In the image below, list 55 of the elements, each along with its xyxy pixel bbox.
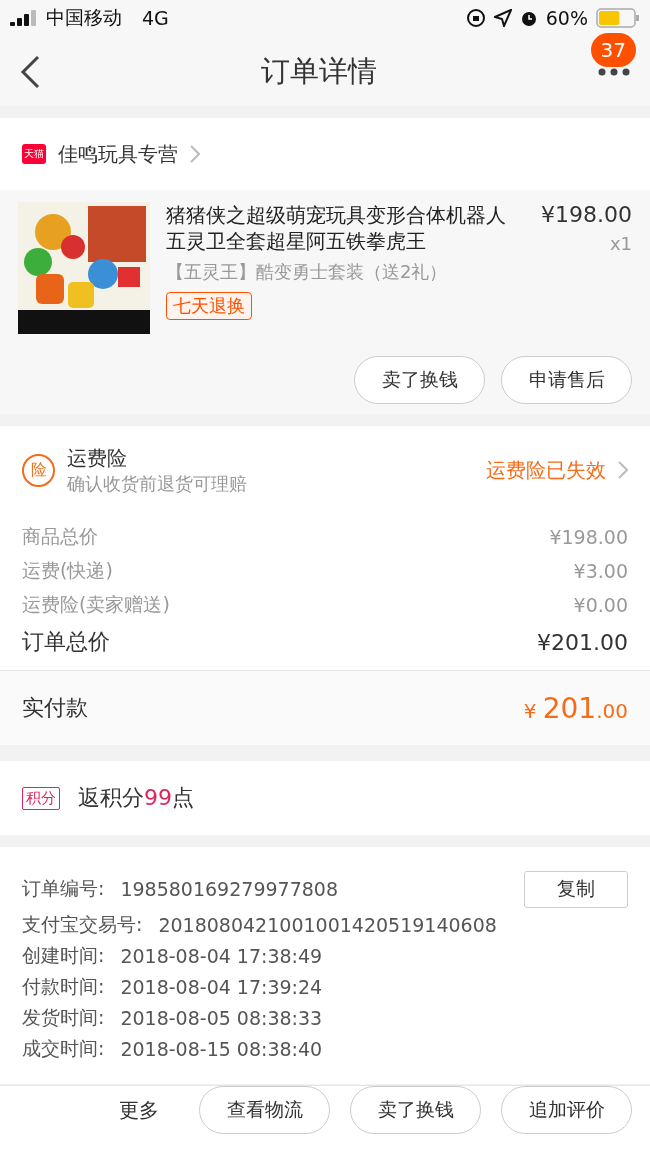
points-text: 返积分99点 [78, 784, 194, 813]
paid-label: 实付款 [22, 694, 88, 723]
battery-icon [596, 8, 640, 29]
info-label: 付款时间: [22, 973, 105, 999]
more-icon[interactable] [598, 67, 630, 76]
info-label: 创建时间: [22, 942, 105, 968]
carrier-name: 中国移动 [46, 5, 122, 31]
rotation-lock-icon [465, 8, 486, 29]
page-title: 订单详情 [260, 52, 378, 90]
store-tag: 天猫 [22, 144, 46, 165]
info-value: 2018-08-04 17:38:49 [120, 944, 323, 967]
product-price: ¥198.00 [541, 202, 632, 227]
insurance-icon: 险 [22, 453, 55, 487]
total-label: 订单总价 [22, 628, 110, 656]
paid-amount: ¥ 201.00 [523, 691, 628, 725]
network-type: 4G [142, 7, 169, 30]
total-value: ¥201.00 [537, 629, 628, 655]
chevron-right-icon [190, 145, 200, 164]
info-value: 198580169279977808 [120, 878, 338, 900]
fee-label: 运费(快递) [22, 558, 113, 583]
fee-label: 商品总价 [22, 524, 98, 549]
back-icon[interactable] [20, 54, 40, 89]
location-icon [493, 9, 512, 28]
info-value: 2018080421001001420519140608 [158, 913, 497, 936]
chevron-right-icon [618, 461, 628, 479]
product-sku: 【五灵王】酷变勇士套装（送2礼） [166, 260, 449, 284]
copy-button[interactable]: 复制 [524, 870, 628, 908]
info-label: 订单编号: [22, 876, 105, 901]
fee-label: 运费险(卖家赠送) [22, 592, 170, 617]
signal-icon [10, 10, 38, 27]
action-button[interactable]: 追加评价 [501, 1086, 632, 1134]
action-button[interactable]: 查看物流 [199, 1086, 330, 1134]
info-value: 2018-08-05 08:38:33 [120, 1006, 323, 1029]
info-value: 2018-08-15 08:38:40 [120, 1037, 323, 1060]
product-quantity: x1 [608, 233, 632, 254]
insurance-subtitle: 确认收货前退货可理赔 [67, 471, 248, 496]
info-value: 2018-08-04 17:39:24 [120, 975, 323, 998]
return-policy-tag: 七天退换 [166, 292, 252, 320]
insurance-title: 运费险 [67, 444, 128, 472]
action-button[interactable]: 申请售后 [501, 356, 632, 404]
points-tag: 积分 [22, 786, 60, 810]
action-button[interactable]: 卖了换钱 [354, 356, 485, 404]
info-label: 发货时间: [22, 1004, 105, 1030]
info-label: 支付宝交易号: [22, 911, 143, 937]
notification-badge: 37 [590, 32, 636, 67]
battery-percent: 60% [545, 7, 588, 30]
more-link[interactable]: 更多 [119, 1096, 159, 1124]
product-title[interactable]: 猪猪侠之超级萌宠玩具变形合体机器人五灵卫全套超星阿五铁拳虎王 [166, 202, 525, 254]
fee-value: ¥0.00 [573, 594, 628, 616]
alarm-icon [519, 9, 538, 28]
action-button[interactable]: 卖了换钱 [350, 1086, 481, 1134]
store-name[interactable]: 佳鸣玩具专营 [58, 140, 178, 168]
fee-value: ¥3.00 [573, 560, 628, 582]
info-label: 成交时间: [22, 1035, 105, 1061]
fee-value: ¥198.00 [549, 526, 628, 548]
